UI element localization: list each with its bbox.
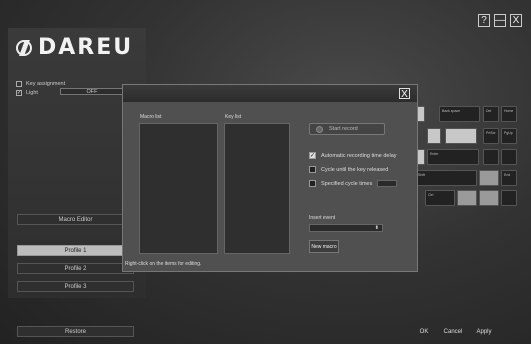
brand-logo-text: DAREU — [38, 35, 134, 60]
macro-list[interactable] — [139, 123, 218, 254]
insert-event-select[interactable]: ⬍ — [309, 224, 383, 232]
brand-logo: DAREU — [16, 35, 133, 60]
dialog-close-button[interactable]: X — [399, 88, 410, 100]
new-macro-button[interactable]: New macro — [309, 240, 339, 253]
light-checkbox[interactable]: ✓ — [16, 89, 22, 96]
cycle-times-input[interactable] — [377, 180, 397, 187]
help-button[interactable]: ? — [478, 14, 490, 27]
insert-event-label: Insert event — [309, 215, 336, 221]
key-list-label: Key list — [225, 114, 242, 120]
start-record-button[interactable]: Start record — [309, 123, 385, 135]
light-label: Light — [26, 89, 38, 96]
auto-delay-option[interactable]: ✓ Automatic recording time delay — [309, 152, 397, 159]
close-button[interactable]: X — [510, 14, 522, 27]
dialog-hint: Right-click on the items for editing. — [125, 261, 202, 267]
sidebar-options: Key assignment ✓ Light — [16, 79, 65, 97]
key[interactable] — [501, 190, 517, 206]
specified-cycles-checkbox[interactable] — [309, 180, 316, 187]
key[interactable] — [427, 128, 441, 144]
key-pgup[interactable]: PgUp — [501, 128, 517, 144]
cycle-until-released-option[interactable]: Cycle until the key released — [309, 166, 388, 173]
profile-2-button[interactable]: Profile 2 — [17, 263, 134, 274]
cycle-until-released-checkbox[interactable] — [309, 166, 316, 173]
key-enter[interactable]: Enter — [427, 149, 479, 165]
window-controls: ? — X — [478, 14, 522, 27]
key[interactable] — [417, 106, 425, 122]
key-prtscr[interactable]: PrtScr — [483, 128, 499, 144]
profile-3-button[interactable]: Profile 3 — [17, 281, 134, 292]
key[interactable] — [479, 170, 499, 186]
chevron-updown-icon: ⬍ — [374, 225, 379, 231]
key[interactable] — [501, 149, 517, 165]
specified-cycles-label: Specified cycle times — [321, 180, 373, 187]
ok-button[interactable]: OK — [415, 326, 433, 337]
key-assignment-option[interactable]: Key assignment — [16, 79, 65, 88]
auto-delay-checkbox[interactable]: ✓ — [309, 152, 316, 159]
start-record-label: Start record — [329, 126, 358, 132]
dialog-titlebar — [123, 85, 417, 102]
light-option[interactable]: ✓ Light — [16, 88, 65, 97]
key-home[interactable]: Home — [501, 106, 517, 122]
key-backspace[interactable]: Back space — [439, 106, 480, 122]
profile-1-button[interactable]: Profile 1 — [17, 245, 134, 256]
key[interactable] — [483, 149, 499, 165]
app-window: ? — X DAREU Key assignment ✓ Light OFF M… — [0, 0, 531, 344]
macro-editor-dialog: X Macro list Key list Start record ✓ Aut… — [122, 84, 418, 272]
record-icon — [316, 125, 323, 133]
key-assignment-checkbox[interactable] — [16, 80, 22, 87]
key-end[interactable]: End — [501, 170, 517, 186]
light-mode-select[interactable]: OFF — [60, 88, 124, 95]
auto-delay-label: Automatic recording time delay — [321, 152, 397, 159]
cycle-until-released-label: Cycle until the key released — [321, 166, 389, 173]
cancel-button[interactable]: Cancel — [439, 326, 467, 337]
key[interactable] — [445, 128, 477, 144]
apply-button[interactable]: Apply — [471, 326, 497, 337]
key-list[interactable] — [224, 123, 290, 254]
footer-buttons: OK Cancel Apply — [415, 326, 497, 337]
macro-editor-button[interactable]: Macro Editor — [17, 214, 134, 225]
key[interactable] — [479, 190, 499, 206]
brand-logo-icon — [16, 39, 32, 56]
key-del[interactable]: Del — [483, 106, 499, 122]
key-ctrl[interactable]: Ctrl — [425, 190, 455, 206]
key-shift[interactable]: Shift — [415, 170, 477, 186]
key-assignment-label: Key assignment — [26, 80, 66, 87]
restore-button[interactable]: Restore — [17, 326, 134, 337]
macro-list-label: Macro list — [140, 114, 162, 120]
key[interactable] — [457, 190, 477, 206]
specified-cycles-option[interactable]: Specified cycle times — [309, 180, 372, 187]
minimize-button[interactable]: — — [494, 14, 506, 27]
